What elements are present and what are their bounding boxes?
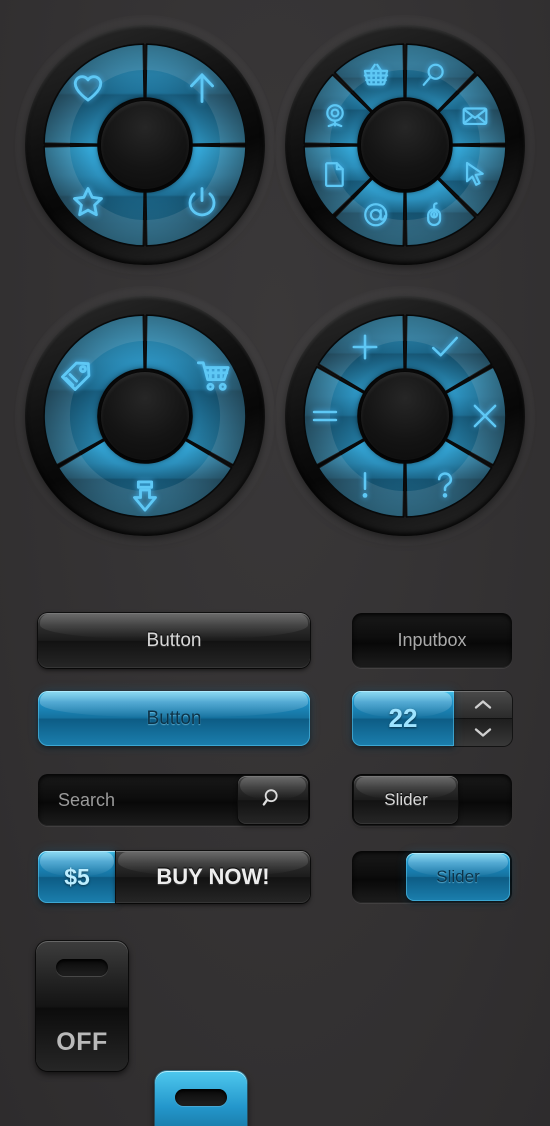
dial-hub <box>101 101 189 189</box>
toggle-off-blue[interactable]: OFF <box>155 1071 247 1126</box>
spinner-buttons[interactable] <box>454 691 512 746</box>
chevron-down-icon[interactable] <box>454 719 512 746</box>
number-spinner[interactable]: 22 <box>352 691 512 746</box>
toggle-indicator-slot <box>175 1089 227 1107</box>
blue-button-label: Button <box>146 707 202 729</box>
inputbox[interactable]: Inputbox <box>352 613 512 668</box>
eight-segment-dial[interactable] <box>275 15 535 275</box>
slider-blue[interactable]: Slider <box>352 851 512 903</box>
toggle-off-dark-label: OFF <box>56 1028 108 1056</box>
six-segment-dial[interactable] <box>275 286 535 546</box>
dark-button[interactable]: Button <box>38 613 310 668</box>
slider-dark[interactable]: Slider <box>352 774 512 826</box>
ui-kit-canvas: Button Inputbox Button 22 Search Slider … <box>0 0 550 1126</box>
slider-dark-label: Slider <box>384 790 428 809</box>
slider-blue-handle[interactable]: Slider <box>406 853 510 901</box>
dial-hub <box>101 372 189 460</box>
toggle-indicator-slot <box>56 959 108 977</box>
spinner-value: 22 <box>388 703 418 733</box>
price-badge: $5 <box>38 851 116 903</box>
dark-button-label: Button <box>146 629 202 651</box>
buy-now-label: BUY NOW! <box>156 864 270 889</box>
chevron-up-icon[interactable] <box>454 691 512 719</box>
spinner-value-field[interactable]: 22 <box>352 691 454 746</box>
three-segment-dial[interactable] <box>15 286 275 546</box>
search-box[interactable]: Search <box>38 774 310 826</box>
toggle-off-dark[interactable]: OFF <box>36 941 128 1071</box>
blue-button[interactable]: Button <box>38 691 310 746</box>
buy-now-control[interactable]: $5 BUY NOW! <box>38 851 310 903</box>
slider-dark-handle[interactable]: Slider <box>354 776 458 824</box>
dial-hub <box>361 372 449 460</box>
inputbox-value: Inputbox <box>397 630 467 650</box>
dial-hub <box>361 101 449 189</box>
four-segment-dial[interactable] <box>15 15 275 275</box>
search-input[interactable]: Search <box>58 790 115 811</box>
slider-blue-label: Slider <box>436 867 480 886</box>
search-icon <box>262 787 284 814</box>
price-label: $5 <box>64 863 90 890</box>
search-button[interactable] <box>238 776 308 824</box>
buy-now-button[interactable]: BUY NOW! <box>116 851 310 903</box>
